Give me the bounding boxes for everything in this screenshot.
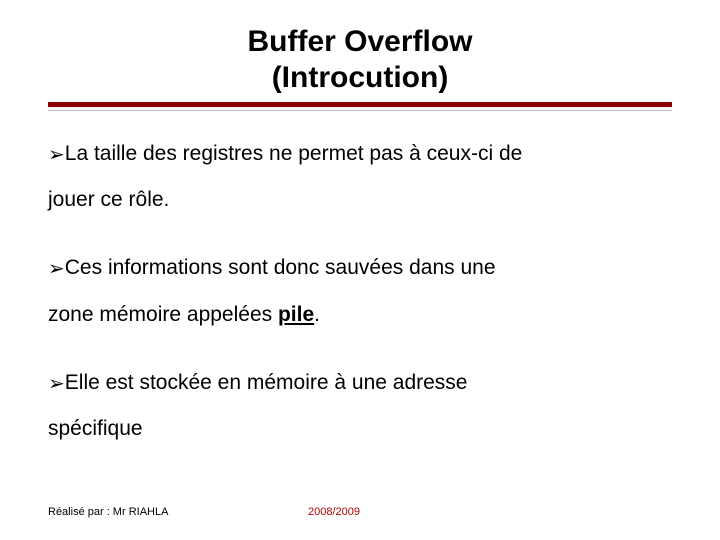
chevron-bullet-icon: ➢ [48, 144, 65, 166]
bullet-1: ➢La taille des registres ne permet pas à… [48, 131, 672, 223]
bullet-2-line-1: Ces informations sont donc sauvées dans … [65, 256, 496, 279]
title-underline [48, 102, 672, 111]
slide-body: ➢La taille des registres ne permet pas à… [48, 131, 672, 452]
bullet-3-line-2: spécifique [48, 417, 143, 440]
slide-title: Buffer Overflow (Introcution) [48, 24, 672, 96]
bullet-1-line-2: jouer ce rôle. [48, 188, 169, 211]
bullet-2-pile: pile [278, 303, 314, 326]
footer: Réalisé par : Mr RIAHLA 2008/2009 [48, 506, 672, 518]
bullet-2-line-2-post: . [314, 303, 320, 326]
footer-year: 2008/2009 [308, 506, 360, 518]
footer-author: Réalisé par : Mr RIAHLA [48, 506, 168, 518]
rule-thin [48, 110, 672, 111]
chevron-bullet-icon: ➢ [48, 373, 65, 395]
title-line-1: Buffer Overflow [48, 24, 672, 60]
title-line-2: (Introcution) [48, 60, 672, 96]
bullet-2: ➢Ces informations sont donc sauvées dans… [48, 245, 672, 337]
rule-thick [48, 102, 672, 107]
bullet-2-line-2-pre: zone mémoire appelées [48, 303, 278, 326]
chevron-bullet-icon: ➢ [48, 258, 65, 280]
slide: Buffer Overflow (Introcution) ➢La taille… [0, 0, 720, 540]
bullet-1-line-1: La taille des registres ne permet pas à … [65, 142, 523, 165]
bullet-3-line-1: Elle est stockée en mémoire à une adress… [65, 371, 468, 394]
bullet-3: ➢Elle est stockée en mémoire à une adres… [48, 360, 672, 452]
